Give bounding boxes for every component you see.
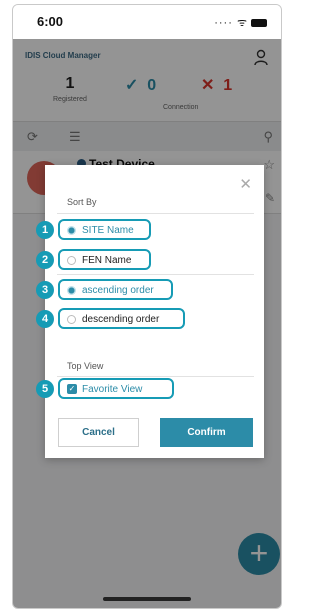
radio-label: FEN Name [82,254,132,266]
radio-label: descending order [82,313,160,325]
radio-unselected-icon [67,314,76,324]
radio-descending-order[interactable]: descending order [67,310,159,328]
home-indicator [103,597,191,601]
divider [57,274,254,275]
confirm-button[interactable]: Confirm [160,418,253,447]
divider [57,376,254,377]
callout-badge-5: 5 [36,380,54,398]
checkbox-label: Favorite View [82,383,143,395]
battery-icon [251,19,267,28]
sort-dialog: ✕ Sort By SITE Name FEN Name ascending o… [45,165,264,458]
favorite-view-checkbox[interactable]: ✓ Favorite View [67,380,142,398]
radio-label: SITE Name [82,224,134,236]
radio-selected-icon [67,225,76,235]
signal-wifi-icons: ···· ᯤ [214,17,248,29]
radio-site-name[interactable]: SITE Name [67,221,134,239]
signal-wifi-icon: ···· ᯤ [214,15,267,30]
callout-badge-2: 2 [36,251,54,269]
callout-badge-4: 4 [36,310,54,328]
radio-selected-icon [67,285,76,295]
status-bar: 6:00 ···· ᯤ [13,5,281,39]
checkbox-checked-icon: ✓ [67,384,77,394]
top-view-label: Top View [67,361,104,371]
callout-badge-1: 1 [36,221,54,239]
sort-by-label: Sort By [67,197,97,207]
radio-fen-name[interactable]: FEN Name [67,251,131,269]
status-time: 6:00 [37,14,64,29]
callout-badge-3: 3 [36,281,54,299]
radio-label: ascending order [82,284,154,296]
radio-ascending-order[interactable]: ascending order [67,281,154,299]
divider [57,213,254,214]
cancel-button[interactable]: Cancel [58,418,139,447]
close-icon[interactable]: ✕ [239,175,252,193]
radio-unselected-icon [67,255,76,265]
